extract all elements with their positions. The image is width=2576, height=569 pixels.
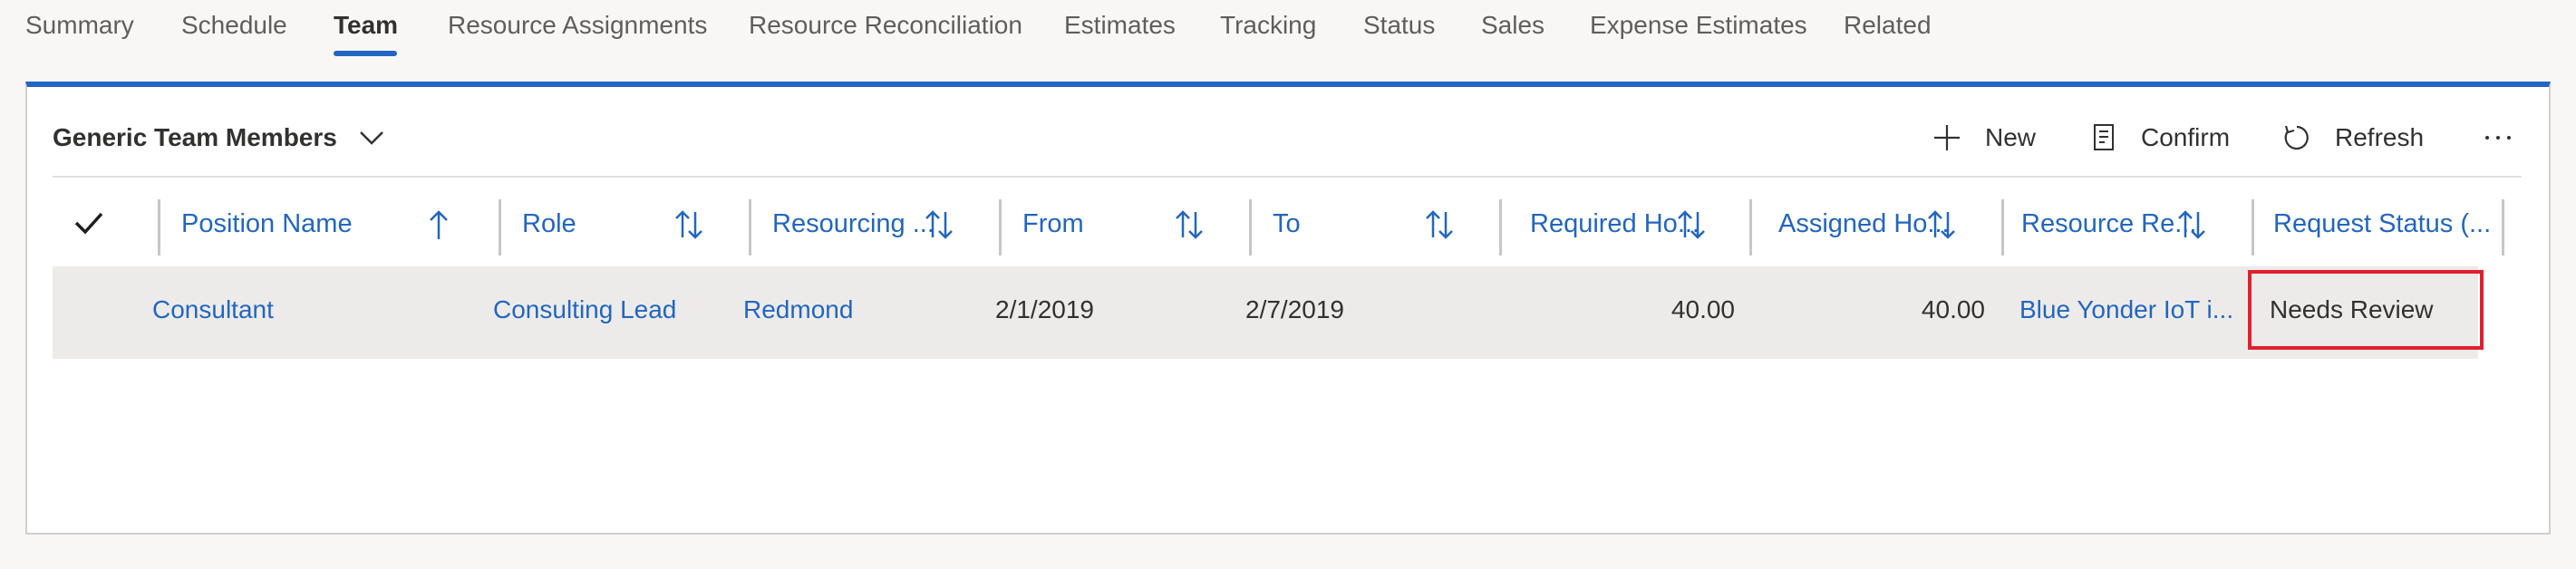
grid-header: Position Name Role Resourcing ... From T… [53,179,2522,275]
more-commands-button[interactable] [2484,120,2536,156]
new-button-label: New [1985,123,2037,151]
cell-request-status: Needs Review [2270,295,2434,323]
tab-resource-assignments[interactable]: Resource Assignments [448,11,707,40]
column-divider[interactable] [499,199,501,256]
plus-icon [1934,125,1960,150]
tab-tracking[interactable]: Tracking [1220,11,1316,40]
chevron-down-icon[interactable] [355,121,388,154]
column-header-position-name[interactable]: Position Name [181,209,408,239]
sort-icon[interactable] [1923,207,1960,243]
sort-icon[interactable] [1673,207,1709,243]
column-header-from[interactable]: From [1022,209,1186,239]
cell-position-name[interactable]: Consultant [152,295,424,324]
column-divider[interactable] [2502,199,2504,256]
tab-sales[interactable]: Sales [1481,11,1545,40]
tab-expense-estimates[interactable]: Expense Estimates [1590,11,1807,40]
cell-role[interactable]: Consulting Lead [493,295,729,324]
section-divider [53,176,2522,178]
cell-to: 2/7/2019 [1245,295,1344,323]
refresh-button-label: Refresh [2335,123,2425,151]
confirm-button[interactable]: Confirm [2092,120,2230,156]
table-row[interactable]: Consultant Consulting Lead Redmond 2/1/2… [53,266,2484,359]
column-divider[interactable] [1499,199,1502,256]
tab-estimates[interactable]: Estimates [1064,11,1176,40]
sort-icon[interactable] [1171,207,1207,243]
column-header-request-status[interactable]: Request Status (... [2273,209,2500,239]
sort-icon[interactable] [921,207,957,243]
cell-from: 2/1/2019 [995,295,1094,323]
sort-icon[interactable] [2174,207,2210,243]
document-check-icon [2094,124,2114,150]
confirm-button-label: Confirm [2141,123,2231,151]
cell-resourcing-unit[interactable]: Redmond [743,295,979,324]
column-divider[interactable] [1749,199,1752,256]
sort-ascending-icon[interactable] [421,207,457,243]
cell-resource-request[interactable]: Blue Yonder IoT i... [2019,295,2237,324]
column-divider[interactable] [2252,199,2254,256]
tab-resource-reconciliation[interactable]: Resource Reconciliation [749,11,1022,40]
generic-team-members-section: Generic Team Members New Confirm Refresh [25,82,2551,535]
column-divider[interactable] [999,199,1002,256]
column-divider[interactable] [2001,199,2004,256]
active-tab-indicator [334,51,397,56]
column-header-resourcing-unit[interactable]: Resourcing ... [772,209,935,239]
column-divider[interactable] [749,199,751,256]
column-header-role[interactable]: Role [522,209,685,239]
refresh-icon [2284,125,2309,150]
sort-icon[interactable] [1421,207,1457,243]
tab-summary[interactable]: Summary [25,11,134,40]
column-header-to[interactable]: To [1273,209,1436,239]
tab-team[interactable]: Team [334,11,398,40]
tab-status[interactable]: Status [1363,11,1435,40]
column-divider[interactable] [158,199,160,256]
section-title[interactable]: Generic Team Members [53,123,337,152]
column-divider[interactable] [1249,199,1252,256]
refresh-button[interactable]: Refresh [2282,120,2424,156]
sort-icon[interactable] [671,207,707,243]
cell-required-hours: 40.00 [1671,295,1735,323]
ellipsis-icon [2485,136,2511,140]
tab-related[interactable]: Related [1844,11,1932,40]
select-all-checkmark-icon[interactable] [73,207,105,239]
tab-schedule[interactable]: Schedule [181,11,287,40]
new-button[interactable]: New [1932,120,2036,156]
cell-assigned-hours: 40.00 [1921,295,1985,323]
